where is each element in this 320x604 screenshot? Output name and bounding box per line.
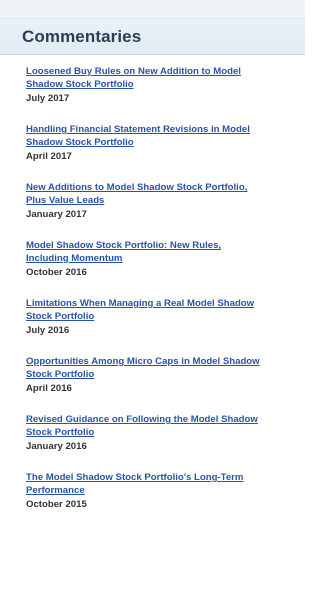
commentary-item: Limitations When Managing a Real Model S… xyxy=(26,297,305,337)
commentary-item: Model Shadow Stock Portfolio: New Rules,… xyxy=(26,239,305,279)
commentary-item: Revised Guidance on Following the Model … xyxy=(26,413,305,453)
commentary-link[interactable]: Opportunities Among Micro Caps in Model … xyxy=(26,355,305,381)
commentary-item: Handling Financial Statement Revisions i… xyxy=(26,123,305,163)
commentary-date: October 2015 xyxy=(26,499,87,510)
panel-title: Commentaries xyxy=(22,26,142,46)
commentary-link[interactable]: Loosened Buy Rules on New Addition to Mo… xyxy=(26,65,305,91)
commentary-date: April 2016 xyxy=(26,383,72,394)
commentary-date: January 2017 xyxy=(26,209,87,220)
commentary-date: October 2016 xyxy=(26,267,87,278)
commentary-item: Loosened Buy Rules on New Addition to Mo… xyxy=(26,65,305,105)
commentary-link[interactable]: Limitations When Managing a Real Model S… xyxy=(26,297,305,323)
commentary-date: January 2016 xyxy=(26,441,87,452)
commentary-date: July 2017 xyxy=(26,93,70,104)
commentary-link[interactable]: Handling Financial Statement Revisions i… xyxy=(26,123,305,149)
commentary-link[interactable]: The Model Shadow Stock Portfolio's Long-… xyxy=(26,471,305,497)
commentary-item: The Model Shadow Stock Portfolio's Long-… xyxy=(26,471,305,511)
commentary-link[interactable]: New Additions to Model Shadow Stock Port… xyxy=(26,181,305,207)
commentary-list: Loosened Buy Rules on New Addition to Mo… xyxy=(0,55,305,511)
commentary-link[interactable]: Model Shadow Stock Portfolio: New Rules,… xyxy=(26,239,305,265)
commentary-item: Opportunities Among Micro Caps in Model … xyxy=(26,355,305,395)
commentary-item: New Additions to Model Shadow Stock Port… xyxy=(26,181,305,221)
panel-header: Commentaries xyxy=(0,19,305,55)
commentary-link[interactable]: Revised Guidance on Following the Model … xyxy=(26,413,305,439)
commentaries-panel: Commentaries Loosened Buy Rules on New A… xyxy=(0,0,305,604)
commentary-date: July 2016 xyxy=(26,325,70,336)
commentary-date: April 2017 xyxy=(26,151,72,162)
top-bar xyxy=(0,0,305,19)
